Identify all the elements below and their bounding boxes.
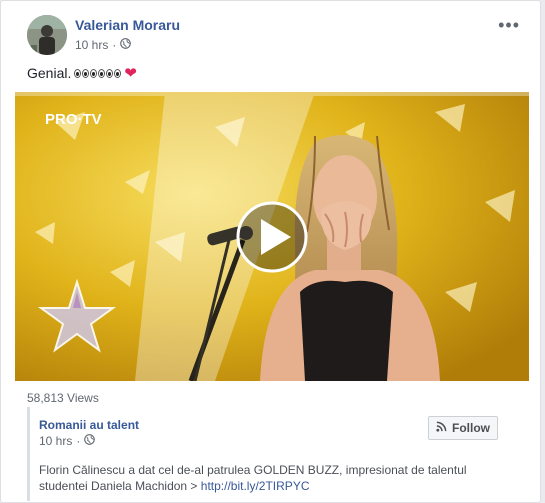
shared-time[interactable]: 10 hrs: [39, 434, 72, 448]
post-time[interactable]: 10 hrs: [75, 38, 108, 52]
heart-icon: ❤: [124, 65, 137, 82]
meta-separator: ·: [76, 434, 81, 448]
post-text-label: Genial.: [27, 65, 72, 81]
globe-icon[interactable]: [84, 434, 96, 448]
meta-separator: ·: [112, 38, 117, 52]
view-count: 58,813 Views: [27, 391, 99, 405]
author-name[interactable]: Valerian Moraru: [75, 17, 180, 33]
post-card: Valerian Moraru 10 hrs · ••• Genial. ❤ P…: [0, 0, 541, 503]
video-thumbnail: PRO·TV: [15, 92, 529, 381]
video-player[interactable]: PRO·TV: [15, 92, 529, 381]
shared-page-name[interactable]: Romanii au talent: [39, 418, 139, 432]
shared-link[interactable]: http://bit.ly/2TIRPYC: [201, 479, 310, 493]
avatar[interactable]: [27, 15, 67, 55]
globe-icon[interactable]: [120, 38, 132, 52]
eyes-emoji-icon: [74, 68, 122, 78]
shared-description: Florin Călinescu a dat cel de-al patrule…: [39, 462, 499, 494]
follow-label: Follow: [452, 421, 490, 435]
rss-icon: [436, 421, 447, 435]
shared-meta: 10 hrs ·: [39, 434, 96, 448]
more-options-icon[interactable]: •••: [498, 15, 520, 36]
channel-logo: PRO·TV: [45, 111, 102, 128]
shared-attachment: Romanii au talent 10 hrs · Follow Florin…: [27, 407, 513, 501]
follow-button[interactable]: Follow: [428, 416, 498, 440]
post-text: Genial. ❤: [27, 64, 137, 82]
play-icon[interactable]: [236, 201, 308, 273]
post-meta: 10 hrs ·: [75, 38, 132, 52]
